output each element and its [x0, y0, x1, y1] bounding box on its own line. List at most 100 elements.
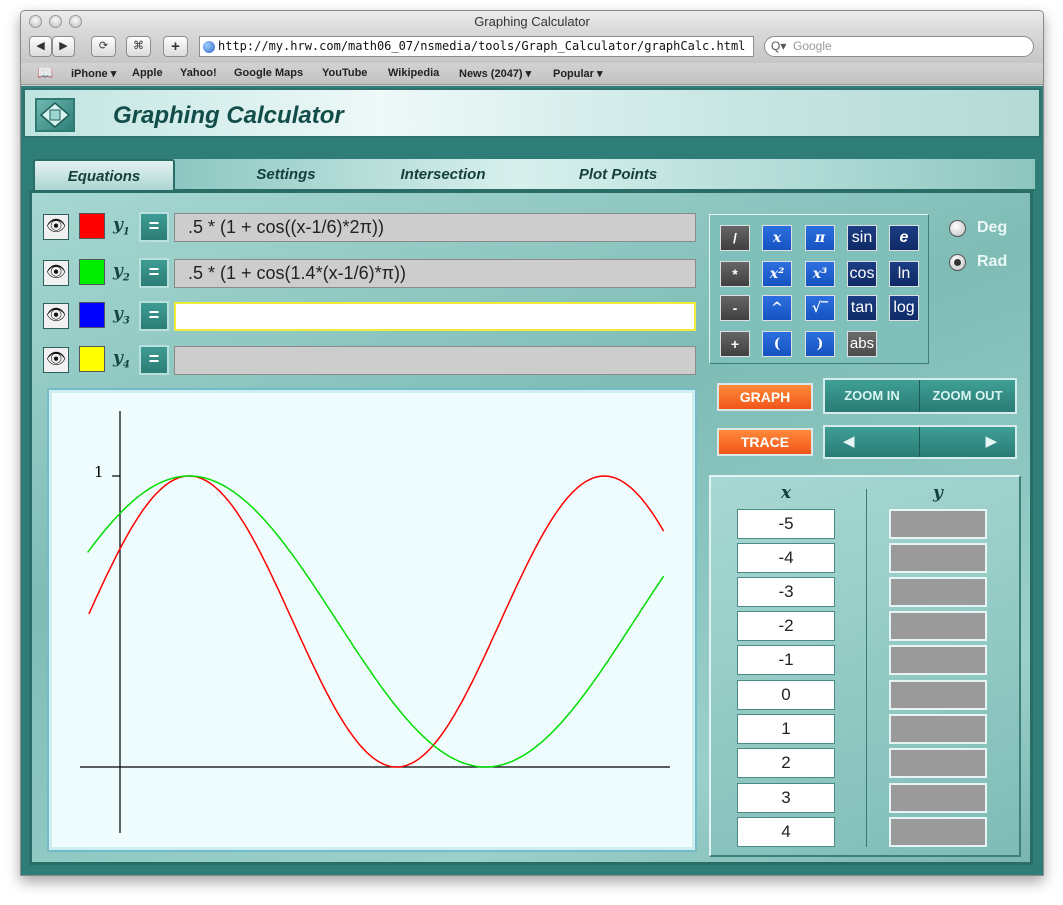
- book-icon[interactable]: 📖: [37, 65, 53, 81]
- key-x[interactable]: x: [762, 225, 792, 251]
- equals-button-4[interactable]: =: [139, 345, 169, 375]
- key-pi[interactable]: π: [805, 225, 835, 251]
- tab-settings[interactable]: Settings: [231, 159, 341, 191]
- key-open-paren[interactable]: (: [762, 331, 792, 357]
- equals-button-1[interactable]: =: [139, 212, 169, 242]
- x-cell[interactable]: 3: [737, 783, 835, 813]
- equals-button-2[interactable]: =: [139, 258, 169, 288]
- globe-icon: [203, 41, 215, 53]
- snapback-button[interactable]: ⌘: [126, 36, 151, 57]
- y-cell: [889, 714, 987, 744]
- reload-button[interactable]: ⟳: [91, 36, 116, 57]
- trace-table: x y -5 -4 -3 -2 -1 0 1 2 3 4: [709, 475, 1021, 857]
- bookmark-google-maps[interactable]: Google Maps: [234, 67, 303, 79]
- x-cell[interactable]: -1: [737, 645, 835, 675]
- graph-canvas[interactable]: 1: [52, 393, 692, 847]
- equals-button-3[interactable]: =: [139, 301, 169, 331]
- back-arrow-icon: ◀: [36, 40, 45, 52]
- x-cell[interactable]: -4: [737, 543, 835, 573]
- bookmark-news[interactable]: News (2047) ▾: [459, 67, 531, 80]
- forward-button[interactable]: ▶: [52, 36, 75, 57]
- color-swatch-red[interactable]: [79, 213, 105, 239]
- column-divider: [866, 489, 867, 847]
- radio-rad[interactable]: [949, 254, 966, 271]
- bookmark-iphone[interactable]: iPhone ▾: [71, 67, 116, 80]
- search-input[interactable]: Q▾ Google: [764, 36, 1034, 57]
- key-cos[interactable]: cos: [847, 261, 877, 287]
- y-cell: [889, 748, 987, 778]
- key-ln[interactable]: ln: [889, 261, 919, 287]
- key-subtract[interactable]: -: [720, 295, 750, 321]
- reload-icon: ⟳: [98, 40, 109, 52]
- color-swatch-blue[interactable]: [79, 302, 105, 328]
- x-cell[interactable]: -5: [737, 509, 835, 539]
- trace-button[interactable]: TRACE: [717, 428, 813, 456]
- key-add[interactable]: +: [720, 331, 750, 357]
- back-button[interactable]: ◀: [29, 36, 52, 57]
- visibility-eye-icon[interactable]: 👁: [43, 303, 69, 329]
- key-tan[interactable]: tan: [847, 295, 877, 321]
- key-e[interactable]: e: [889, 225, 919, 251]
- trace-left-button[interactable]: ◀: [825, 427, 920, 457]
- y-cell: [889, 577, 987, 607]
- x-cell[interactable]: 2: [737, 748, 835, 778]
- x-cell[interactable]: -3: [737, 577, 835, 607]
- minimize-window-button[interactable]: [49, 15, 62, 28]
- x-cell[interactable]: -2: [737, 611, 835, 641]
- key-sqrt[interactable]: √‾: [805, 295, 835, 321]
- bookmark-popular[interactable]: Popular ▾: [553, 67, 603, 80]
- color-swatch-yellow[interactable]: [79, 346, 105, 372]
- add-bookmark-button[interactable]: +: [163, 36, 188, 57]
- equation-field-4[interactable]: [174, 346, 696, 375]
- bookmark-apple[interactable]: Apple: [132, 67, 163, 79]
- app-header: Graphing Calculator: [23, 88, 1041, 138]
- zoom-in-button[interactable]: ZOOM IN: [825, 380, 920, 412]
- tab-intersection[interactable]: Intersection: [383, 159, 503, 191]
- color-swatch-green[interactable]: [79, 259, 105, 285]
- key-abs[interactable]: abs: [847, 331, 877, 357]
- key-divide[interactable]: /: [720, 225, 750, 251]
- zoom-window-button[interactable]: [69, 15, 82, 28]
- bookmark-yahoo[interactable]: Yahoo!: [180, 67, 217, 79]
- y1-label: y1: [113, 215, 130, 238]
- key-x-squared[interactable]: x²: [762, 261, 792, 287]
- y3-label: y3: [113, 304, 130, 327]
- key-multiply[interactable]: *: [720, 261, 750, 287]
- x-cell[interactable]: 4: [737, 817, 835, 847]
- snapback-icon: ⌘: [133, 40, 144, 52]
- bookmark-youtube[interactable]: YouTube: [322, 67, 367, 79]
- key-log[interactable]: log: [889, 295, 919, 321]
- tab-plot-points[interactable]: Plot Points: [563, 159, 673, 191]
- bookmark-wikipedia[interactable]: Wikipedia: [388, 67, 439, 79]
- forward-arrow-icon: ▶: [59, 40, 68, 52]
- key-power[interactable]: ^: [762, 295, 792, 321]
- y2-label: y2: [113, 261, 130, 284]
- graph-button[interactable]: GRAPH: [717, 383, 813, 411]
- y4-label: y4: [113, 348, 130, 371]
- visibility-eye-icon[interactable]: 👁: [43, 260, 69, 286]
- equation-field-3[interactable]: [174, 302, 696, 331]
- tab-equations[interactable]: Equations: [33, 159, 175, 193]
- trace-right-button[interactable]: ▶: [920, 427, 1015, 457]
- app-title: Graphing Calculator: [113, 102, 344, 129]
- address-bar[interactable]: http://my.hrw.com/math06_07/nsmedia/tool…: [199, 36, 754, 57]
- visibility-eye-icon[interactable]: 👁: [43, 347, 69, 373]
- visibility-eye-icon[interactable]: 👁: [43, 214, 69, 240]
- equation-field-1[interactable]: .5 * (1 + cos((x-1/6)*2π)): [174, 213, 696, 242]
- zoom-out-button[interactable]: ZOOM OUT: [920, 380, 1015, 412]
- search-icon: Q▾: [771, 39, 787, 53]
- equation-field-2[interactable]: .5 * (1 + cos(1.4*(x-1/6)*π)): [174, 259, 696, 288]
- x-cell[interactable]: 0: [737, 680, 835, 710]
- y-cell: [889, 680, 987, 710]
- trace-controls: ◀ ▶: [823, 425, 1017, 459]
- key-sin[interactable]: sin: [847, 225, 877, 251]
- close-window-button[interactable]: [29, 15, 42, 28]
- key-close-paren[interactable]: ): [805, 331, 835, 357]
- key-x-cubed[interactable]: x³: [805, 261, 835, 287]
- y-cell: [889, 645, 987, 675]
- function-keypad: / x π sin e * x² x³ cos ln - ^ √‾ tan lo…: [709, 214, 929, 364]
- radio-deg[interactable]: [949, 220, 966, 237]
- curve-y2: [87, 475, 665, 768]
- x-cell[interactable]: 1: [737, 714, 835, 744]
- plus-icon: +: [171, 38, 180, 55]
